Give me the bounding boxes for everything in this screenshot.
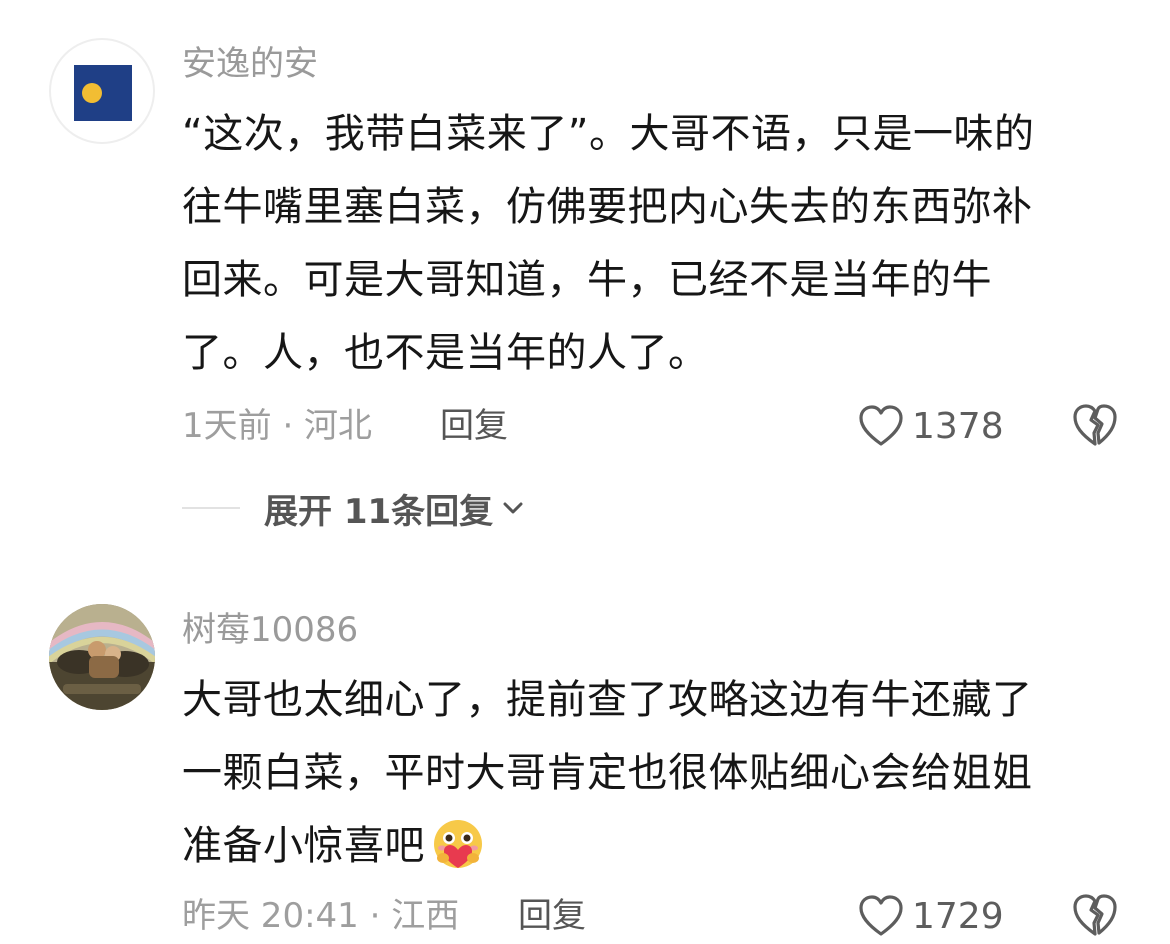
chevron-down-icon: [503, 502, 523, 514]
reply-button[interactable]: 回复: [518, 896, 586, 936]
comment-list: 安逸的安 “这次，我带白菜来了”。大哥不语，只是一味的 往牛嘴里塞白菜，仿佛要把…: [0, 0, 1170, 944]
avatar-illustration: [49, 604, 155, 710]
like-count: 1378: [912, 405, 1004, 447]
comment-meta: 昨天 20:41 · 江西: [182, 896, 460, 936]
comment-text: “这次，我带白菜来了”。大哥不语，只是一味的 往牛嘴里塞白菜，仿佛要把内心失去的…: [182, 98, 1122, 390]
like-button[interactable]: 1378: [858, 402, 1004, 450]
reply-button[interactable]: 回复: [440, 406, 508, 446]
avatar-sun-dot: [82, 83, 102, 103]
comment-text-line: 一颗白菜，平时大哥肯定也很体贴细心会给姐姐: [182, 750, 1033, 796]
comment-text: 大哥也太细心了，提前查了攻略这边有牛还藏了 一颗白菜，平时大哥肯定也很体贴细心会…: [182, 664, 1122, 883]
comment-text-segment: 准备小惊喜吧: [182, 823, 425, 869]
dislike-button[interactable]: [1071, 892, 1119, 940]
heart-outline-icon: [859, 405, 903, 446]
avatar[interactable]: [49, 604, 155, 710]
comment-text-line: 了。人，也不是当年的人了。: [182, 330, 709, 376]
username[interactable]: 树莓10086: [182, 610, 358, 650]
divider: [182, 507, 240, 509]
heart-hug-emoji: [434, 820, 482, 868]
dislike-button[interactable]: [1071, 402, 1119, 450]
avatar-flag-image: [74, 65, 132, 121]
comment-meta: 1天前 · 河北: [182, 406, 373, 446]
expand-replies-label[interactable]: 展开 11条回复: [264, 484, 493, 533]
broken-heart-icon: [1073, 404, 1117, 446]
like-button[interactable]: 1729: [858, 892, 1004, 940]
comment-text-line: 回来。可是大哥知道，牛，已经不是当年的牛: [182, 257, 992, 303]
username[interactable]: 安逸的安: [182, 44, 318, 84]
comment-text-line-with-emoji: 准备小惊喜吧: [182, 810, 1122, 883]
expand-replies[interactable]: 展开 11条回复: [182, 484, 525, 533]
avatar[interactable]: [49, 38, 155, 144]
comment-text-line: 往牛嘴里塞白菜，仿佛要把内心失去的东西弥补: [182, 184, 1033, 230]
like-count: 1729: [912, 895, 1004, 937]
broken-heart-icon: [1073, 894, 1117, 936]
heart-outline-icon: [859, 895, 903, 936]
comment-text-line: “这次，我带白菜来了”。大哥不语，只是一味的: [182, 111, 1035, 157]
comment-text-line: 大哥也太细心了，提前查了攻略这边有牛还藏了: [182, 677, 1033, 723]
